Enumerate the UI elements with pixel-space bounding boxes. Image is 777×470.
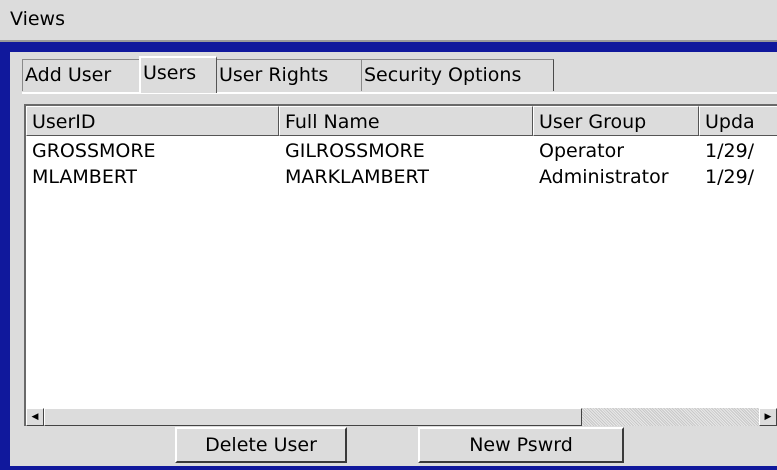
tab-users[interactable]: Users [139,56,217,93]
tab-user-rights[interactable]: User Rights [216,59,362,91]
column-header-full-name[interactable]: Full Name [279,106,533,136]
scroll-right-icon[interactable]: ▶ [759,408,777,426]
tab-security-options[interactable]: Security Options [361,59,554,91]
menu-bar: Views [0,0,777,40]
scrollbar-thumb[interactable] [44,408,582,426]
column-header-userid[interactable]: UserID [26,106,279,136]
views-menu[interactable]: Views [10,8,65,30]
cell-user-group: Administrator [539,166,669,188]
table-row[interactable]: MLAMBERT MARKLAMBERT Administrator 1/29/ [26,164,777,190]
cell-userid: GROSSMORE [32,140,156,162]
dialog-panel: Add User Users User Rights Security Opti… [10,52,777,466]
users-list[interactable]: UserID Full Name User Group Upda GROSSMO… [24,104,777,426]
scroll-left-icon[interactable]: ◀ [26,408,44,426]
cell-full-name: MARKLAMBERT [285,166,429,188]
dialog-window-frame: Add User Users User Rights Security Opti… [0,42,777,470]
tab-add-user[interactable]: Add User [22,59,140,91]
cell-full-name: GILROSSMORE [285,140,425,162]
new-password-button[interactable]: New Pswrd [418,427,624,463]
table-row[interactable]: GROSSMORE GILROSSMORE Operator 1/29/ [26,138,777,164]
cell-user-group: Operator [539,140,625,162]
column-header-user-group[interactable]: User Group [533,106,699,136]
delete-user-button[interactable]: Delete User [175,427,347,463]
cell-updated: 1/29/ [705,140,755,162]
column-header-updated[interactable]: Upda [699,106,777,136]
cell-updated: 1/29/ [705,166,755,188]
tab-body-edge [22,92,777,94]
cell-userid: MLAMBERT [32,166,138,188]
horizontal-scrollbar[interactable]: ◀ ▶ [26,408,777,426]
